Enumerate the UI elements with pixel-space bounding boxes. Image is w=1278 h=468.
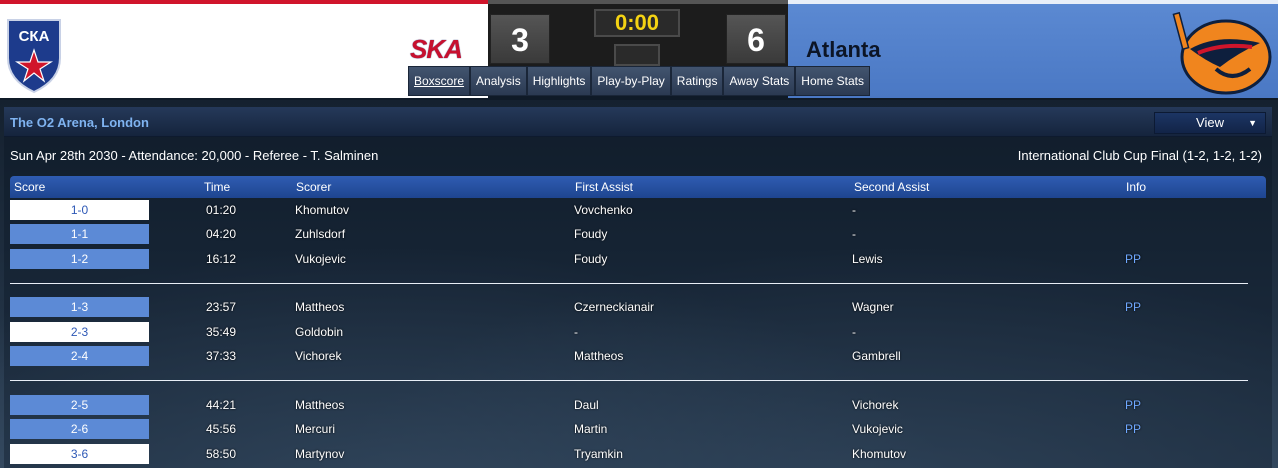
view-dropdown-label: View xyxy=(1196,115,1224,130)
goal-scorer: Mattheos xyxy=(295,300,345,314)
goals-table-header: Score Time Scorer First Assist Second As… xyxy=(10,176,1266,198)
tab-analysis[interactable]: Analysis xyxy=(470,66,527,96)
goal-scorer: Martynov xyxy=(295,447,345,461)
goal-scorer: Khomutov xyxy=(295,203,350,217)
goal-first-assist: Tryamkin xyxy=(574,447,623,461)
tab-play-by-play[interactable]: Play-by-Play xyxy=(591,66,671,96)
period-indicator xyxy=(614,44,660,66)
goal-first-assist: - xyxy=(574,325,578,339)
goal-first-assist: Foudy xyxy=(574,252,608,266)
goal-first-assist: Czerneckianair xyxy=(574,300,655,314)
goal-second-assist: Gambrell xyxy=(852,349,901,363)
table-row[interactable]: 2-4 37:33 Vichorek Mattheos Gambrell xyxy=(10,346,1266,366)
table-row[interactable]: 2-3 35:49 Goldobin - - xyxy=(10,322,1266,342)
table-row[interactable]: 1-3 23:57 Mattheos Czerneckianair Wagner PP xyxy=(10,297,1266,317)
venue-title: The O2 Arena, London xyxy=(10,115,149,130)
goal-scorer: Mercuri xyxy=(295,422,336,436)
goal-time: 16:12 xyxy=(206,252,237,266)
goal-time: 04:20 xyxy=(206,227,237,241)
goal-first-assist: Vovchenko xyxy=(574,203,633,217)
goal-second-assist: Wagner xyxy=(852,300,894,314)
goal-first-assist: Mattheos xyxy=(574,349,624,363)
col-score: Score xyxy=(14,180,46,194)
col-info: Info xyxy=(1126,180,1147,194)
goal-time: 01:20 xyxy=(206,203,237,217)
goal-time: 45:56 xyxy=(206,422,237,436)
goal-score: 2-4 xyxy=(10,346,149,366)
match-header: СКА SKA 3 0:00 6 Atlanta Boxscore Analys… xyxy=(0,0,1278,100)
table-row[interactable]: 2-6 45:56 Mercuri Martin Vukojevic PP xyxy=(10,419,1266,439)
goal-info: PP xyxy=(1125,398,1142,412)
goal-second-assist: Vukojevic xyxy=(852,422,903,436)
goal-score: 1-1 xyxy=(10,224,149,244)
col-time: Time xyxy=(204,180,231,194)
away-team-name: Atlanta xyxy=(806,37,881,62)
goal-score: 2-6 xyxy=(10,419,149,439)
goal-scorer: Vukojevic xyxy=(295,252,346,266)
tab-away-stats[interactable]: Away Stats xyxy=(723,66,796,96)
chevron-down-icon: ▼ xyxy=(1248,118,1257,128)
table-row[interactable]: 1-1 04:20 Zuhlsdorf Foudy - xyxy=(10,224,1266,244)
home-team-abbr: SKA xyxy=(410,34,463,64)
goal-score: 3-6 xyxy=(10,444,149,464)
goal-scorer: Vichorek xyxy=(295,349,342,363)
tab-highlights[interactable]: Highlights xyxy=(526,66,592,96)
ska-logo-icon: СКА xyxy=(7,19,61,94)
goal-scorer: Zuhlsdorf xyxy=(295,227,346,241)
game-clock: 0:00 xyxy=(594,9,680,37)
goal-scorer: Mattheos xyxy=(295,398,345,412)
table-row[interactable]: 3-6 58:50 Martynov Tryamkin Khomutov xyxy=(10,444,1266,464)
goal-info: PP xyxy=(1125,300,1142,314)
goal-second-assist: - xyxy=(852,227,856,241)
venue-header xyxy=(4,107,1272,137)
goal-first-assist: Daul xyxy=(574,398,599,412)
goal-score: 1-2 xyxy=(10,249,149,269)
period-divider xyxy=(10,283,1248,284)
tab-boxscore[interactable]: Boxscore xyxy=(408,66,471,96)
view-dropdown[interactable]: View ▼ xyxy=(1154,112,1266,134)
goal-score: 1-3 xyxy=(10,297,149,317)
tab-home-stats[interactable]: Home Stats xyxy=(795,66,870,96)
tab-ratings[interactable]: Ratings xyxy=(670,66,724,96)
col-first-assist: First Assist xyxy=(575,180,634,194)
boxscore-tabs: Boxscore Analysis Highlights Play-by-Pla… xyxy=(408,66,870,96)
ska-logo-text: СКА xyxy=(19,28,50,45)
col-scorer: Scorer xyxy=(296,180,332,194)
game-info: Sun Apr 28th 2030 - Attendance: 20,000 -… xyxy=(10,148,379,163)
goal-info: PP xyxy=(1125,252,1142,266)
goal-second-assist: - xyxy=(852,203,856,217)
goal-time: 58:50 xyxy=(206,447,237,461)
thrashers-logo-icon xyxy=(1172,11,1272,95)
table-row[interactable]: 1-0 01:20 Khomutov Vovchenko - xyxy=(10,200,1266,220)
goal-second-assist: - xyxy=(852,325,856,339)
goal-first-assist: Martin xyxy=(574,422,608,436)
home-score: 3 xyxy=(490,14,550,64)
competition-info: International Club Cup Final (1-2, 1-2, … xyxy=(1017,148,1262,163)
goal-first-assist: Foudy xyxy=(574,227,608,241)
goal-time: 44:21 xyxy=(206,398,237,412)
goal-score: 2-5 xyxy=(10,395,149,415)
table-row[interactable]: 1-2 16:12 Vukojevic Foudy Lewis PP xyxy=(10,249,1266,269)
goal-score: 2-3 xyxy=(10,322,149,342)
goal-second-assist: Lewis xyxy=(852,252,883,266)
goal-scorer: Goldobin xyxy=(295,325,344,339)
goal-score: 1-0 xyxy=(10,200,149,220)
goal-time: 37:33 xyxy=(206,349,237,363)
away-score: 6 xyxy=(726,14,786,64)
goal-second-assist: Khomutov xyxy=(852,447,907,461)
col-second-assist: Second Assist xyxy=(854,180,930,194)
goal-info: PP xyxy=(1125,422,1142,436)
table-row[interactable]: 2-5 44:21 Mattheos Daul Vichorek PP xyxy=(10,395,1266,415)
goal-time: 35:49 xyxy=(206,325,237,339)
scoreboard: 3 0:00 6 xyxy=(488,0,788,66)
goal-second-assist: Vichorek xyxy=(852,398,899,412)
goal-time: 23:57 xyxy=(206,300,237,314)
period-divider xyxy=(10,380,1248,381)
